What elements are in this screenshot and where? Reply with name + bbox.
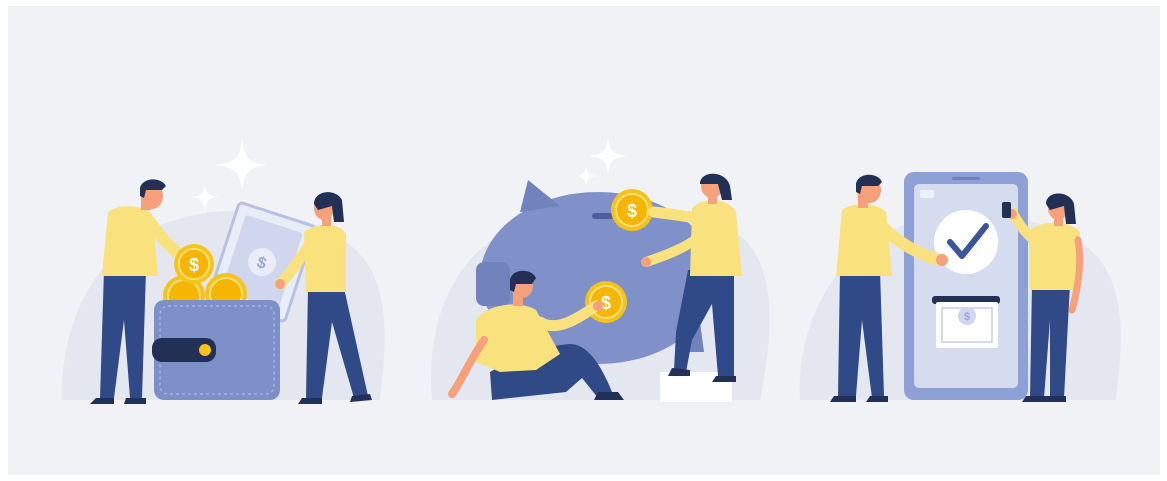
- piggy-bank-scene: $ $: [431, 136, 770, 402]
- phone-in-hand: [1002, 202, 1011, 218]
- finance-illustration: $ $ $ $ $: [61, 136, 1121, 404]
- coin-symbol: $: [627, 201, 637, 221]
- sparkle-icon: [190, 138, 269, 212]
- mobile-payment-scene: $: [799, 172, 1121, 402]
- sparkle-icon: [575, 136, 628, 187]
- wallet-scene: $ $: [61, 138, 385, 404]
- wallet-icon: [152, 300, 280, 400]
- banknote-icon: $: [936, 302, 998, 348]
- coin-symbol: $: [189, 255, 199, 275]
- coin-symbol: $: [964, 311, 970, 323]
- coin-symbol: $: [601, 293, 611, 313]
